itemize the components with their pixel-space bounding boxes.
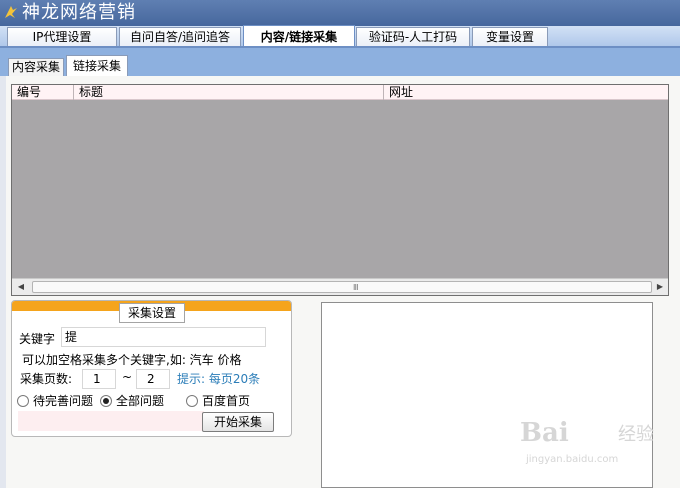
col-title[interactable]: 标题 xyxy=(74,85,384,100)
scroll-thumb[interactable]: Ⅲ xyxy=(32,281,652,293)
results-grid[interactable]: 编号 标题 网址 ◀ Ⅲ ▶ xyxy=(11,84,669,296)
watermark-text: 经验 xyxy=(618,424,654,445)
start-collect-button[interactable]: 开始采集 xyxy=(202,412,274,432)
radio-pending[interactable] xyxy=(17,395,29,407)
left-edge xyxy=(0,76,6,488)
watermark-logo: Bai xyxy=(520,418,569,448)
keyword-label: 关键字 xyxy=(19,332,56,346)
radio-pending-label[interactable]: 待完善问题 xyxy=(33,393,93,409)
pages-hint: 提示: 每页20条 xyxy=(177,372,261,386)
scroll-left-icon[interactable]: ◀ xyxy=(13,280,29,294)
keyword-input[interactable]: 提 xyxy=(61,327,266,347)
tab-self-qa[interactable]: 自问自答/追问追答 xyxy=(119,27,241,47)
pages-label: 采集页数: xyxy=(20,372,73,386)
watermark: Bai 经验 jingyan.baidu.com xyxy=(520,410,670,470)
tab-content-collect[interactable]: 内容/链接采集 xyxy=(243,25,355,48)
pages-separator: ~ xyxy=(122,370,133,384)
subtab-links[interactable]: 链接采集 xyxy=(66,55,128,77)
keyword-tip: 可以加空格采集多个关键字,如: 汽车 价格 xyxy=(22,353,242,367)
radio-baidu-home[interactable] xyxy=(186,395,198,407)
tab-captcha[interactable]: 验证码-人工打码 xyxy=(356,27,470,47)
app-logo-icon xyxy=(5,6,17,18)
title-bar: 神龙网络营销 xyxy=(0,0,680,26)
radio-all-label[interactable]: 全部问题 xyxy=(116,393,164,409)
horizontal-scrollbar[interactable]: ◀ Ⅲ ▶ xyxy=(12,278,668,295)
radio-baidu-home-label[interactable]: 百度首页 xyxy=(202,393,250,409)
status-bar xyxy=(18,411,204,431)
pages-from-input[interactable]: 1 xyxy=(82,369,116,389)
tab-variables[interactable]: 变量设置 xyxy=(472,27,548,47)
scroll-grip-icon: Ⅲ xyxy=(353,283,359,292)
col-id[interactable]: 编号 xyxy=(12,85,74,100)
radio-all[interactable] xyxy=(100,395,112,407)
scroll-right-icon[interactable]: ▶ xyxy=(652,280,668,294)
pages-to-input[interactable]: 2 xyxy=(136,369,170,389)
subtab-content[interactable]: 内容采集 xyxy=(8,58,64,76)
watermark-url: jingyan.baidu.com xyxy=(526,454,619,465)
settings-legend: 采集设置 xyxy=(119,303,185,323)
grid-header: 编号 标题 网址 xyxy=(12,85,668,100)
tab-ip-proxy[interactable]: IP代理设置 xyxy=(7,27,117,47)
window-title: 神龙网络营销 xyxy=(22,2,136,23)
col-url[interactable]: 网址 xyxy=(384,85,668,100)
